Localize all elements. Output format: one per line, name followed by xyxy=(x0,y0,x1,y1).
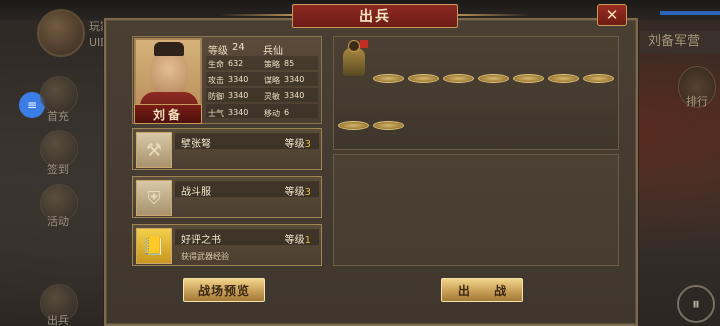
player-avatar[interactable] xyxy=(37,9,85,57)
deploy-label: 出兵 xyxy=(47,314,69,326)
hp-value: 632 xyxy=(228,59,244,68)
soldier-helm xyxy=(348,40,360,52)
formation-slot[interactable] xyxy=(583,74,614,83)
agility-value: 3340 xyxy=(284,91,305,100)
tactics-label: 谋略 xyxy=(264,76,280,85)
formation-slot[interactable] xyxy=(443,74,474,83)
hp-label: 生命 xyxy=(208,60,224,69)
formation-slot[interactable] xyxy=(513,74,544,83)
pause-icon[interactable]: ⏸ xyxy=(677,285,715,323)
item-card-book[interactable]: 📒 好评之书 等级1 获得武器经验 xyxy=(132,224,322,266)
formation-slot[interactable] xyxy=(338,121,369,130)
attack-label: 攻击 xyxy=(208,76,224,85)
item-description: 获得武器经验 xyxy=(181,252,229,261)
first-recharge-label: 首充 xyxy=(47,110,69,123)
soldier-body xyxy=(343,48,365,76)
banner-icon xyxy=(360,40,368,48)
item-card-armor[interactable]: ⛨ 战斗服 等级3 xyxy=(132,176,322,218)
level-label: 等级 xyxy=(208,46,228,57)
activity-label: 活动 xyxy=(47,215,69,228)
item-name: 好评之书 xyxy=(181,235,221,246)
camp-title: 刘备军营 xyxy=(640,31,720,53)
item-card-crossbow[interactable]: ⚒ 擘张弩 等级3 xyxy=(132,128,322,170)
portrait-hat xyxy=(154,42,184,56)
header-wing-right xyxy=(458,14,530,16)
formation-slot[interactable] xyxy=(548,74,579,83)
unit-type: 兵仙 xyxy=(263,46,283,57)
rank-label: 排行 xyxy=(686,95,708,108)
formation-grid xyxy=(333,36,619,150)
panel-title-bar: 出兵 xyxy=(292,4,458,28)
header-wing-left xyxy=(220,14,292,16)
level-value: 24 xyxy=(232,42,245,53)
strategy-value: 85 xyxy=(284,59,295,68)
rank-button[interactable]: 排行 xyxy=(678,66,716,108)
defense-label: 防御 xyxy=(208,92,224,101)
tactics-value: 3340 xyxy=(284,75,305,84)
formation-slot[interactable] xyxy=(408,74,439,83)
defense-value: 3340 xyxy=(228,91,249,100)
sign-in-label: 签到 xyxy=(47,163,69,176)
panel-title: 出兵 xyxy=(359,9,391,25)
formation-slot[interactable] xyxy=(373,74,404,83)
item-level: 等级3 xyxy=(284,139,311,150)
crossbow-icon: ⚒ xyxy=(136,132,172,168)
soldier-unit[interactable] xyxy=(338,40,370,82)
close-icon[interactable]: ✕ xyxy=(597,4,627,26)
move-value: 6 xyxy=(284,108,290,117)
formation-slot[interactable] xyxy=(478,74,509,83)
item-name: 战斗服 xyxy=(181,187,211,198)
battlefield-preview-area xyxy=(333,154,619,266)
armor-icon: ⛨ xyxy=(136,180,172,216)
agility-label: 灵敏 xyxy=(264,92,280,101)
strategy-label: 策略 xyxy=(264,60,280,69)
move-label: 移动 xyxy=(264,109,280,118)
book-icon: 📒 xyxy=(136,228,172,264)
battlefield-preview-button[interactable]: 战场预览 xyxy=(183,278,265,302)
formation-slot[interactable] xyxy=(373,121,404,130)
item-level: 等级3 xyxy=(284,187,311,198)
general-name: 刘备 xyxy=(134,104,202,124)
start-battle-button[interactable]: 出 战 xyxy=(441,278,523,302)
attack-value: 3340 xyxy=(228,75,249,84)
status-bar xyxy=(660,11,720,15)
portrait-face xyxy=(150,50,188,96)
morale-label: 士气 xyxy=(208,109,224,118)
morale-value: 3340 xyxy=(228,108,249,117)
item-level: 等级1 xyxy=(284,235,311,246)
item-name: 擘张弩 xyxy=(181,139,211,150)
